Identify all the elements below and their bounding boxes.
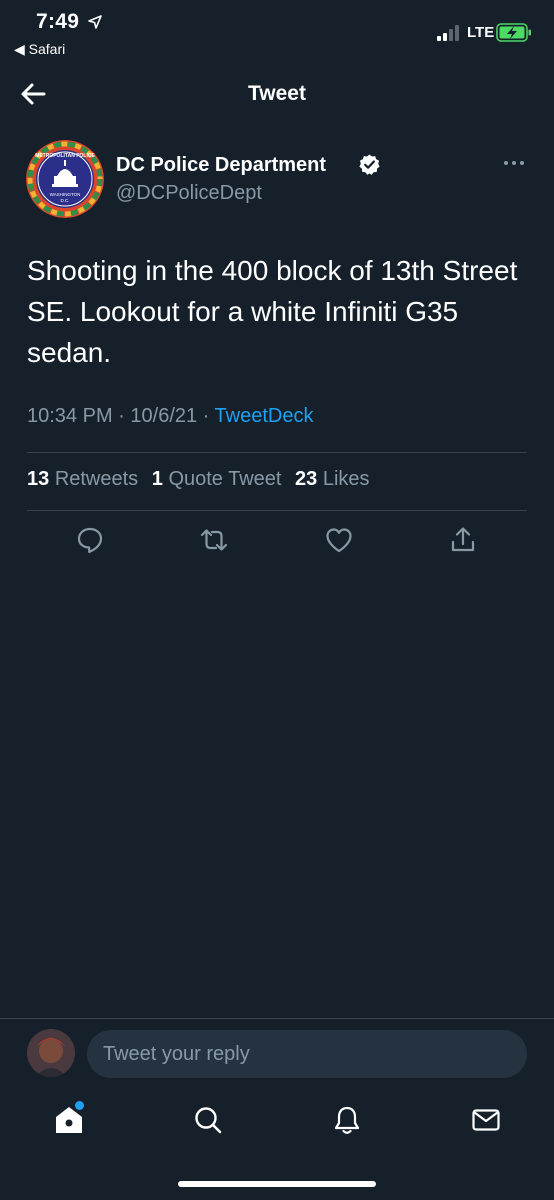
- quote-tweets-stat[interactable]: 1 Quote Tweet: [152, 468, 282, 490]
- search-icon[interactable]: [192, 1104, 224, 1136]
- reply-bar-divider: [0, 1018, 554, 1019]
- like-icon[interactable]: [324, 525, 354, 555]
- retweets-count: 13: [27, 468, 50, 490]
- status-time: 7:49: [36, 10, 80, 33]
- location-arrow-icon: [88, 15, 102, 29]
- tweet-stats: 13 Retweets 1 Quote Tweet 23 Likes: [27, 468, 378, 491]
- author-avatar[interactable]: METROPOLITAN POLICE WASHINGTON D.C.: [26, 140, 104, 218]
- tweet-time: 10:34 PM: [27, 405, 113, 427]
- back-to-safari-link[interactable]: ◀ Safari: [14, 41, 65, 58]
- tweet-source-link[interactable]: TweetDeck: [215, 405, 314, 427]
- tweet-meta: 10:34 PM · 10/6/21 · TweetDeck: [27, 405, 313, 428]
- reply-input[interactable]: [87, 1030, 527, 1078]
- quote-tweets-count: 1: [151, 468, 163, 490]
- page-title: Tweet: [248, 82, 306, 105]
- tweet-date: 10/6/21: [130, 405, 198, 427]
- retweet-icon[interactable]: [199, 525, 229, 555]
- share-icon[interactable]: [448, 525, 478, 555]
- messages-icon[interactable]: [470, 1104, 502, 1136]
- quote-tweets-label: Quote Tweet: [168, 468, 282, 490]
- likes-stat[interactable]: 23 Likes: [295, 468, 370, 490]
- user-avatar[interactable]: [27, 1029, 75, 1077]
- home-indicator: [178, 1181, 376, 1187]
- likes-label: Likes: [322, 468, 370, 490]
- svg-text:METROPOLITAN POLICE: METROPOLITAN POLICE: [35, 153, 95, 159]
- retweets-label: Retweets: [54, 468, 139, 490]
- notifications-icon[interactable]: [331, 1104, 363, 1136]
- nav-header: Tweet: [0, 64, 554, 124]
- author-handle[interactable]: @DCPoliceDept: [116, 182, 262, 205]
- user-photo: [27, 1029, 75, 1077]
- verified-badge-icon: [359, 154, 380, 175]
- author-name[interactable]: DC Police Department: [116, 154, 326, 177]
- divider: [27, 510, 527, 511]
- status-bar: 7:49 ◀ Safari LTE: [0, 0, 554, 64]
- svg-text:WASHINGTON: WASHINGTON: [50, 192, 81, 197]
- more-options-icon[interactable]: [498, 154, 530, 172]
- likes-count: 23: [295, 468, 318, 490]
- reply-icon[interactable]: [75, 525, 105, 555]
- svg-text:D.C.: D.C.: [61, 198, 70, 203]
- divider: [27, 452, 527, 453]
- home-notification-dot: [75, 1101, 84, 1110]
- cellular-signal-icon: [437, 25, 459, 41]
- network-type: LTE: [467, 24, 495, 41]
- tweet-text: Shooting in the 400 block of 13th Street…: [27, 255, 518, 368]
- battery-charging-icon: [496, 23, 531, 42]
- meta-separator: ·: [112, 405, 131, 427]
- meta-separator: ·: [197, 405, 215, 427]
- retweets-stat[interactable]: 13 Retweets: [27, 468, 138, 490]
- police-seal-icon: METROPOLITAN POLICE WASHINGTON D.C.: [26, 140, 104, 218]
